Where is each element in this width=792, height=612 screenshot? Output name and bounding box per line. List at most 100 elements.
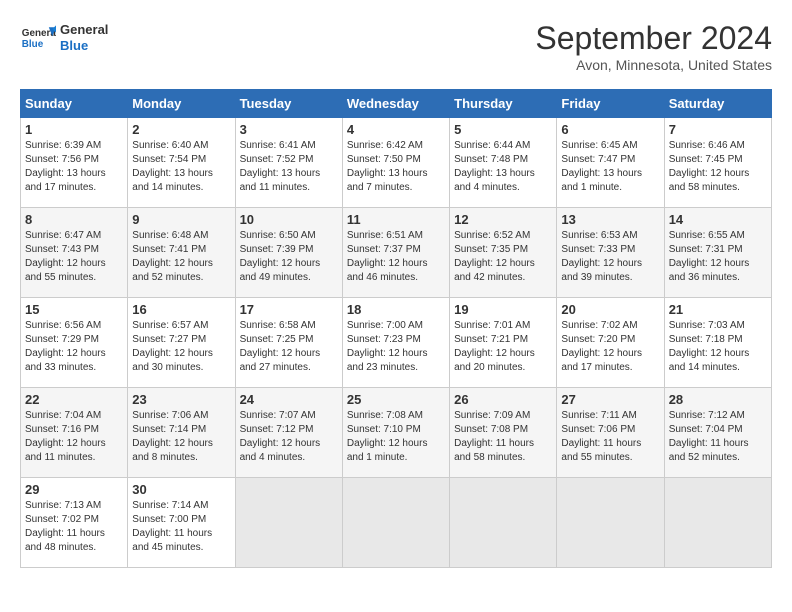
weekday-header-saturday: Saturday [664, 90, 771, 118]
day-number: 29 [25, 482, 123, 497]
day-number: 13 [561, 212, 659, 227]
day-number: 24 [240, 392, 338, 407]
calendar-cell: 1 Sunrise: 6:39 AM Sunset: 7:56 PM Daylig… [21, 118, 128, 208]
calendar-cell: 12 Sunrise: 6:52 AM Sunset: 7:35 PM Dayli… [450, 208, 557, 298]
calendar-cell: 7Sunrise: 6:46 AM Sunset: 7:45 PM Daylig… [664, 118, 771, 208]
week-row-0: 1 Sunrise: 6:39 AM Sunset: 7:56 PM Daylig… [21, 118, 772, 208]
day-info: Sunrise: 6:58 AM Sunset: 7:25 PM Dayligh… [240, 319, 338, 375]
day-info: Sunrise: 6:50 AM Sunset: 7:39 PM Dayligh… [240, 229, 338, 285]
day-info: Sunrise: 7:03 AM Sunset: 7:18 PM Dayligh… [669, 319, 767, 375]
logo-blue-text: Blue [60, 38, 108, 54]
calendar-cell: 6 Sunrise: 6:45 AM Sunset: 7:47 PM Daylig… [557, 118, 664, 208]
calendar-cell: 18 Sunrise: 7:00 AM Sunset: 7:23 PM Dayli… [342, 298, 449, 388]
calendar-cell: 23 Sunrise: 7:06 AM Sunset: 7:14 PM Dayli… [128, 388, 235, 478]
day-info: Sunrise: 7:12 AM Sunset: 7:04 PM Dayligh… [669, 409, 767, 465]
day-number: 5 [454, 122, 552, 137]
day-number: 21 [669, 302, 767, 317]
day-number: 16 [132, 302, 230, 317]
day-info: Sunrise: 7:08 AM Sunset: 7:10 PM Dayligh… [347, 409, 445, 465]
calendar-cell: 9 Sunrise: 6:48 AM Sunset: 7:41 PM Daylig… [128, 208, 235, 298]
day-info: Sunrise: 6:39 AM Sunset: 7:56 PM Dayligh… [25, 139, 123, 195]
day-number: 6 [561, 122, 659, 137]
day-info: Sunrise: 7:11 AM Sunset: 7:06 PM Dayligh… [561, 409, 659, 465]
calendar-cell: 14 Sunrise: 6:55 AM Sunset: 7:31 PM Dayli… [664, 208, 771, 298]
day-info: Sunrise: 6:53 AM Sunset: 7:33 PM Dayligh… [561, 229, 659, 285]
day-number: 26 [454, 392, 552, 407]
location-text: Avon, Minnesota, United States [535, 57, 772, 73]
day-info: Sunrise: 7:14 AM Sunset: 7:00 PM Dayligh… [132, 499, 230, 555]
page-header: General Blue General Blue September 2024… [20, 20, 772, 73]
calendar-cell [342, 478, 449, 568]
calendar-cell: 10 Sunrise: 6:50 AM Sunset: 7:39 PM Dayli… [235, 208, 342, 298]
week-row-4: 29 Sunrise: 7:13 AM Sunset: 7:02 PM Dayli… [21, 478, 772, 568]
day-info: Sunrise: 7:02 AM Sunset: 7:20 PM Dayligh… [561, 319, 659, 375]
calendar-cell: 28 Sunrise: 7:12 AM Sunset: 7:04 PM Dayli… [664, 388, 771, 478]
calendar-cell: 29 Sunrise: 7:13 AM Sunset: 7:02 PM Dayli… [21, 478, 128, 568]
day-info: Sunrise: 6:41 AM Sunset: 7:52 PM Dayligh… [240, 139, 338, 195]
logo-icon: General Blue [20, 20, 56, 56]
day-number: 17 [240, 302, 338, 317]
calendar-table: SundayMondayTuesdayWednesdayThursdayFrid… [20, 89, 772, 568]
calendar-cell: 25 Sunrise: 7:08 AM Sunset: 7:10 PM Dayli… [342, 388, 449, 478]
day-number: 25 [347, 392, 445, 407]
day-info: Sunrise: 7:06 AM Sunset: 7:14 PM Dayligh… [132, 409, 230, 465]
day-number: 8 [25, 212, 123, 227]
calendar-cell: 19Sunrise: 7:01 AM Sunset: 7:21 PM Dayli… [450, 298, 557, 388]
calendar-cell: 13 Sunrise: 6:53 AM Sunset: 7:33 PM Dayli… [557, 208, 664, 298]
calendar-cell: 8Sunrise: 6:47 AM Sunset: 7:43 PM Daylig… [21, 208, 128, 298]
title-block: September 2024 Avon, Minnesota, United S… [535, 20, 772, 73]
day-number: 12 [454, 212, 552, 227]
day-number: 14 [669, 212, 767, 227]
calendar-cell [557, 478, 664, 568]
weekday-header-monday: Monday [128, 90, 235, 118]
calendar-cell [664, 478, 771, 568]
weekday-header-tuesday: Tuesday [235, 90, 342, 118]
logo-general-text: General [60, 22, 108, 38]
calendar-cell: 27 Sunrise: 7:11 AM Sunset: 7:06 PM Dayli… [557, 388, 664, 478]
calendar-header: SundayMondayTuesdayWednesdayThursdayFrid… [21, 90, 772, 118]
calendar-cell: 22Sunrise: 7:04 AM Sunset: 7:16 PM Dayli… [21, 388, 128, 478]
day-number: 2 [132, 122, 230, 137]
calendar-body: 1 Sunrise: 6:39 AM Sunset: 7:56 PM Daylig… [21, 118, 772, 568]
day-info: Sunrise: 6:45 AM Sunset: 7:47 PM Dayligh… [561, 139, 659, 195]
day-number: 18 [347, 302, 445, 317]
day-info: Sunrise: 6:52 AM Sunset: 7:35 PM Dayligh… [454, 229, 552, 285]
day-number: 10 [240, 212, 338, 227]
day-info: Sunrise: 6:51 AM Sunset: 7:37 PM Dayligh… [347, 229, 445, 285]
day-number: 30 [132, 482, 230, 497]
weekday-header-thursday: Thursday [450, 90, 557, 118]
calendar-cell: 4Sunrise: 6:42 AM Sunset: 7:50 PM Daylig… [342, 118, 449, 208]
day-number: 19 [454, 302, 552, 317]
day-number: 3 [240, 122, 338, 137]
weekday-header-wednesday: Wednesday [342, 90, 449, 118]
calendar-cell: 5 Sunrise: 6:44 AM Sunset: 7:48 PM Daylig… [450, 118, 557, 208]
svg-text:Blue: Blue [22, 39, 44, 50]
calendar-cell: 26Sunrise: 7:09 AM Sunset: 7:08 PM Dayli… [450, 388, 557, 478]
day-number: 22 [25, 392, 123, 407]
day-info: Sunrise: 7:13 AM Sunset: 7:02 PM Dayligh… [25, 499, 123, 555]
calendar-cell: 15Sunrise: 6:56 AM Sunset: 7:29 PM Dayli… [21, 298, 128, 388]
day-number: 9 [132, 212, 230, 227]
week-row-2: 15Sunrise: 6:56 AM Sunset: 7:29 PM Dayli… [21, 298, 772, 388]
calendar-cell: 17 Sunrise: 6:58 AM Sunset: 7:25 PM Dayli… [235, 298, 342, 388]
day-number: 23 [132, 392, 230, 407]
day-number: 28 [669, 392, 767, 407]
day-info: Sunrise: 6:56 AM Sunset: 7:29 PM Dayligh… [25, 319, 123, 375]
day-number: 1 [25, 122, 123, 137]
calendar-cell: 3 Sunrise: 6:41 AM Sunset: 7:52 PM Daylig… [235, 118, 342, 208]
day-info: Sunrise: 6:48 AM Sunset: 7:41 PM Dayligh… [132, 229, 230, 285]
logo: General Blue General Blue [20, 20, 108, 56]
week-row-3: 22Sunrise: 7:04 AM Sunset: 7:16 PM Dayli… [21, 388, 772, 478]
calendar-cell: 16Sunrise: 6:57 AM Sunset: 7:27 PM Dayli… [128, 298, 235, 388]
day-info: Sunrise: 7:00 AM Sunset: 7:23 PM Dayligh… [347, 319, 445, 375]
day-info: Sunrise: 6:46 AM Sunset: 7:45 PM Dayligh… [669, 139, 767, 195]
day-info: Sunrise: 6:55 AM Sunset: 7:31 PM Dayligh… [669, 229, 767, 285]
day-info: Sunrise: 6:44 AM Sunset: 7:48 PM Dayligh… [454, 139, 552, 195]
day-number: 27 [561, 392, 659, 407]
week-row-1: 8Sunrise: 6:47 AM Sunset: 7:43 PM Daylig… [21, 208, 772, 298]
day-number: 11 [347, 212, 445, 227]
calendar-cell [235, 478, 342, 568]
weekday-header-sunday: Sunday [21, 90, 128, 118]
calendar-cell: 21 Sunrise: 7:03 AM Sunset: 7:18 PM Dayli… [664, 298, 771, 388]
weekday-header-row: SundayMondayTuesdayWednesdayThursdayFrid… [21, 90, 772, 118]
